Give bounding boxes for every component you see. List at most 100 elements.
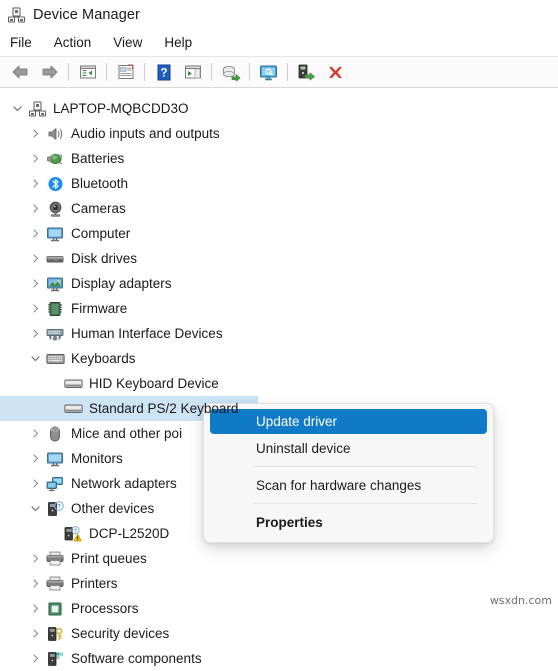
computer-root-icon bbox=[26, 96, 48, 121]
tree-item-label: Standard PS/2 Keyboard bbox=[89, 401, 239, 416]
tree-item-computer[interactable]: Computer bbox=[0, 221, 558, 246]
tree-item-software-components[interactable]: Software components bbox=[0, 646, 558, 671]
chevron-right-icon[interactable] bbox=[26, 571, 44, 596]
bluetooth-icon bbox=[44, 171, 66, 196]
menu-view[interactable]: View bbox=[113, 33, 153, 52]
tree-item-label: Keyboards bbox=[71, 351, 136, 366]
svg-text:?: ? bbox=[74, 528, 78, 534]
tree-item-bluetooth[interactable]: Bluetooth bbox=[0, 171, 558, 196]
properties-icon[interactable] bbox=[113, 60, 138, 84]
tree-item-label: LAPTOP-MQBCDD3O bbox=[53, 101, 189, 116]
keyboard-device-icon bbox=[62, 396, 84, 421]
chevron-right-icon[interactable] bbox=[26, 296, 44, 321]
tree-item-label: Audio inputs and outputs bbox=[71, 126, 220, 141]
chevron-right-icon[interactable] bbox=[26, 471, 44, 496]
toolbar: ? bbox=[0, 56, 558, 88]
printer-icon bbox=[44, 546, 66, 571]
uninstall-device-icon[interactable] bbox=[323, 60, 348, 84]
tree-item-label: Security devices bbox=[71, 626, 170, 641]
tree-item-printers[interactable]: Printers bbox=[0, 571, 558, 596]
display-adapter-icon bbox=[44, 271, 66, 296]
context-menu-separator bbox=[254, 503, 477, 504]
tree-item-human-interface-devices[interactable]: Human Interface Devices bbox=[0, 321, 558, 346]
firmware-chip-icon bbox=[44, 296, 66, 321]
keyboard-device-icon bbox=[62, 371, 84, 396]
chevron-right-icon[interactable] bbox=[26, 196, 44, 221]
battery-icon bbox=[44, 146, 66, 171]
toolbar-separator bbox=[287, 63, 288, 81]
tree-item-audio-inputs-and-outputs[interactable]: Audio inputs and outputs bbox=[0, 121, 558, 146]
chevron-right-icon[interactable] bbox=[26, 596, 44, 621]
chevron-right-icon[interactable] bbox=[26, 221, 44, 246]
tree-item-laptop-mqbcdd3o[interactable]: LAPTOP-MQBCDD3O bbox=[0, 96, 558, 121]
toolbar-separator bbox=[106, 63, 107, 81]
tree-item-hid-keyboard-device[interactable]: HID Keyboard Device bbox=[0, 371, 558, 396]
chevron-right-icon[interactable] bbox=[26, 171, 44, 196]
security-device-icon bbox=[44, 621, 66, 646]
chevron-right-icon[interactable] bbox=[26, 121, 44, 146]
menu-action[interactable]: Action bbox=[54, 33, 103, 52]
toolbar-separator bbox=[144, 63, 145, 81]
window-title: Device Manager bbox=[33, 6, 140, 23]
tree-item-label: Human Interface Devices bbox=[71, 326, 223, 341]
camera-icon bbox=[44, 196, 66, 221]
ctx-properties[interactable]: Properties bbox=[210, 509, 487, 535]
keyboard-icon bbox=[44, 346, 66, 371]
chevron-right-icon[interactable] bbox=[26, 271, 44, 296]
tree-item-cameras[interactable]: Cameras bbox=[0, 196, 558, 221]
mouse-icon bbox=[44, 421, 66, 446]
chevron-right-icon[interactable] bbox=[26, 621, 44, 646]
monitor-icon bbox=[44, 446, 66, 471]
tree-item-label: Print queues bbox=[71, 551, 147, 566]
tree-item-display-adapters[interactable]: Display adapters bbox=[0, 271, 558, 296]
chevron-right-icon[interactable] bbox=[26, 446, 44, 471]
menu-bar: File Action View Help bbox=[0, 29, 558, 56]
chevron-down-icon[interactable] bbox=[26, 346, 44, 371]
tree-item-label: Monitors bbox=[71, 451, 123, 466]
chevron-right-icon[interactable] bbox=[26, 246, 44, 271]
chevron-right-icon[interactable] bbox=[26, 321, 44, 346]
enable-device-icon[interactable] bbox=[294, 60, 319, 84]
help-icon[interactable]: ? bbox=[151, 60, 176, 84]
tree-item-label: Mice and other poi bbox=[71, 426, 183, 441]
chevron-right-icon[interactable] bbox=[26, 646, 44, 671]
back-arrow-icon[interactable] bbox=[8, 60, 33, 84]
tree-item-security-devices[interactable]: Security devices bbox=[0, 621, 558, 646]
update-driver-icon[interactable] bbox=[218, 60, 243, 84]
tree-item-label: Processors bbox=[71, 601, 139, 616]
chevron-down-icon[interactable] bbox=[26, 496, 44, 521]
tree-item-label: Batteries bbox=[71, 151, 125, 166]
chevron-down-icon[interactable] bbox=[8, 96, 26, 121]
forward-arrow-icon[interactable] bbox=[37, 60, 62, 84]
chevron-right-icon[interactable] bbox=[26, 146, 44, 171]
toolbar-separator bbox=[211, 63, 212, 81]
ctx-scan-for-hardware-changes[interactable]: Scan for hardware changes bbox=[210, 472, 487, 498]
menu-help[interactable]: Help bbox=[164, 33, 203, 52]
tree-item-batteries[interactable]: Batteries bbox=[0, 146, 558, 171]
scan-for-hardware-changes-icon[interactable] bbox=[256, 60, 281, 84]
context-menu[interactable]: Update driver Uninstall device Scan for … bbox=[203, 403, 494, 543]
tree-item-label: Network adapters bbox=[71, 476, 177, 491]
show-hide-console-tree-icon[interactable] bbox=[75, 60, 100, 84]
ctx-uninstall-device[interactable]: Uninstall device bbox=[210, 435, 487, 461]
software-component-icon bbox=[44, 646, 66, 671]
disk-drive-icon bbox=[44, 246, 66, 271]
tree-item-disk-drives[interactable]: Disk drives bbox=[0, 246, 558, 271]
svg-text:?: ? bbox=[57, 503, 61, 510]
network-adapter-icon bbox=[44, 471, 66, 496]
tree-item-processors[interactable]: Processors bbox=[0, 596, 558, 621]
tree-item-print-queues[interactable]: Print queues bbox=[0, 546, 558, 571]
chevron-right-icon[interactable] bbox=[26, 546, 44, 571]
tree-item-keyboards[interactable]: Keyboards bbox=[0, 346, 558, 371]
tree-item-firmware[interactable]: Firmware bbox=[0, 296, 558, 321]
toolbar-separator bbox=[68, 63, 69, 81]
hid-icon bbox=[44, 321, 66, 346]
chevron-right-icon[interactable] bbox=[26, 421, 44, 446]
tree-item-label: Printers bbox=[71, 576, 118, 591]
menu-file[interactable]: File bbox=[10, 33, 43, 52]
watermark: wsxdn.com bbox=[489, 594, 552, 607]
show-hide-action-pane-icon[interactable] bbox=[180, 60, 205, 84]
ctx-update-driver[interactable]: Update driver bbox=[210, 409, 487, 434]
monitor-icon bbox=[44, 221, 66, 246]
tree-item-label: Cameras bbox=[71, 201, 126, 216]
